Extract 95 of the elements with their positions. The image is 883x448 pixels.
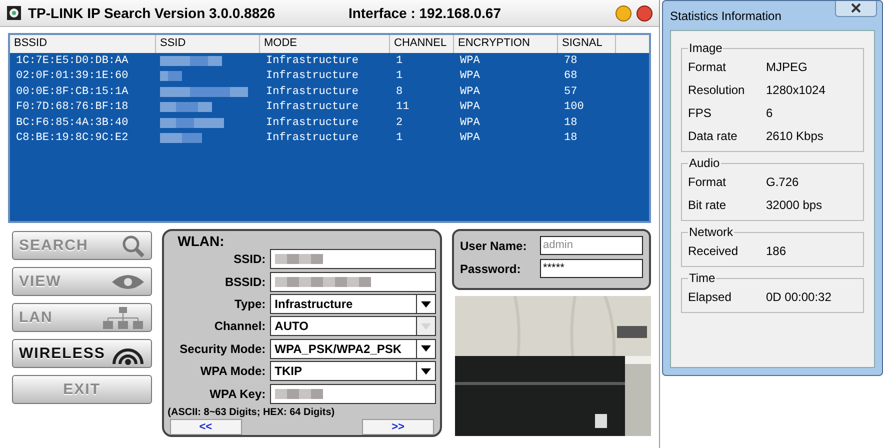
group-title: Image [688,41,724,55]
table-cell-text: 18 [563,132,578,144]
table-cell-text: Infrastructure [265,101,360,114]
table-cell-text: 1 [395,132,404,144]
table-cell-text: WPA [459,86,481,98]
table-cell-text: 68 [563,70,578,82]
stat-label: Elapsed [688,290,732,304]
stat-label: Format [688,174,728,188]
blurred-text [274,388,323,399]
table-cell-text: WPA [459,132,481,144]
field-label: WPA Key: [208,386,267,401]
app-logo-icon [6,5,22,21]
table-cell-text: F0:7D:68:76:BF:18 [15,101,130,114]
group-title: Audio [688,156,721,170]
field-label: User Name: [460,238,528,252]
table-cell-text: 78 [563,54,578,67]
table-cell-text: WPA [459,116,481,129]
stat-value: 186 [766,244,786,258]
table-cell-text: WPA [459,70,481,82]
close-button[interactable] [636,4,653,22]
minimize-button[interactable] [615,4,632,22]
group-title: Time [688,271,716,285]
dropdown[interactable]: TKIP [270,361,436,382]
table-cell-text: Infrastructure [265,116,360,129]
field-label: Security Mode: [178,342,267,356]
table-cell-text: Infrastructure [265,132,360,144]
dropdown[interactable]: Infrastructure [270,294,436,314]
table-cell-text: 18 [563,116,578,129]
table-cell-text: WPA [459,54,481,67]
field-label: SSID: [232,252,267,266]
interface-address: Interface : 192.168.0.67 [348,5,501,21]
stat-label: Bit rate [688,198,728,212]
network-icon [100,306,145,328]
column-header[interactable]: SSID [156,35,260,53]
input-field[interactable] [270,384,436,404]
stat-value: MJPEG [766,60,808,74]
table-cell-text: 8 [395,86,404,98]
table-cell-text: 11 [395,101,410,114]
hint-text: (ASCII: 8~63 Digits; HEX: 64 Digits) [168,406,336,418]
stat-value: 0D 00:00:32 [766,290,832,304]
table-cell-text: 00:0E:8F:CB:15:1A [15,86,130,98]
table-cell-text: 1C:7E:E5:D0:DB:AA [15,54,130,67]
column-header[interactable]: MODE [260,35,390,53]
nav-button[interactable]: WIRELESS [12,339,152,368]
stat-value: 1280x1024 [766,82,826,96]
group-title: Network [688,225,734,239]
field-label: Channel: [213,319,267,334]
stat-value: 6 [766,106,773,120]
table-cell-text: 100 [563,101,585,114]
stat-label: Format [688,60,728,74]
column-header[interactable]: ENCRYPTION [454,35,558,53]
field-label: Password: [460,262,522,276]
input-field[interactable] [270,272,436,292]
window-title: TP-LINK IP Search Version 3.0.0.8826 [28,5,276,21]
column-header[interactable]: SIGNAL [558,35,616,53]
previous-button[interactable]: << [170,418,242,435]
table-cell-text: C8:BE:19:8C:9C:E2 [15,132,130,144]
input-field[interactable]: admin [540,236,643,255]
field-label: Type: [234,297,267,312]
table-cell-text: 2 [395,116,404,129]
blurred-text [160,133,202,144]
column-header[interactable]: CHANNEL [390,35,454,53]
eye-icon [110,272,145,290]
search-icon [120,234,145,258]
table-cell-text: BC:F6:85:4A:3B:40 [15,116,130,129]
dropdown[interactable]: WPA_PSK/WPA2_PSK [270,338,436,359]
field-label: WPA Mode: [199,364,267,378]
stat-label: FPS [688,106,712,120]
stat-label: Data rate [688,128,738,142]
input-field[interactable] [270,249,436,270]
table-cell-text: 1 [395,70,404,82]
column-header[interactable]: BSSID [10,35,156,53]
table-cell-text: 02:0F:01:39:1E:60 [15,70,130,82]
table-cell-text: 1 [395,54,404,67]
next-button[interactable]: >> [362,418,434,435]
table-cell-text: Infrastructure [265,54,360,67]
blurred-text [160,56,222,66]
blurred-text [160,102,212,112]
stat-label: Received [688,244,740,258]
stat-value: 32000 bps [766,198,822,212]
table-cell-text: WPA [459,101,481,114]
stat-value: 2610 Kbps [766,128,824,142]
blurred-text [160,71,182,82]
field-label: BSSID: [224,274,267,289]
input-field[interactable]: ***** [540,259,643,278]
blurred-text [274,254,323,264]
wlan-title: WLAN: [178,235,226,248]
blurred-text [160,118,224,128]
table-cell-text: Infrastructure [265,70,360,82]
table-cell-text: Infrastructure [265,86,360,98]
table-cell-text: 57 [563,86,578,98]
stat-value: G.726 [766,174,799,188]
close-button[interactable] [835,1,877,17]
stat-label: Resolution [688,82,746,96]
window-title: Statistics Information [670,8,782,22]
